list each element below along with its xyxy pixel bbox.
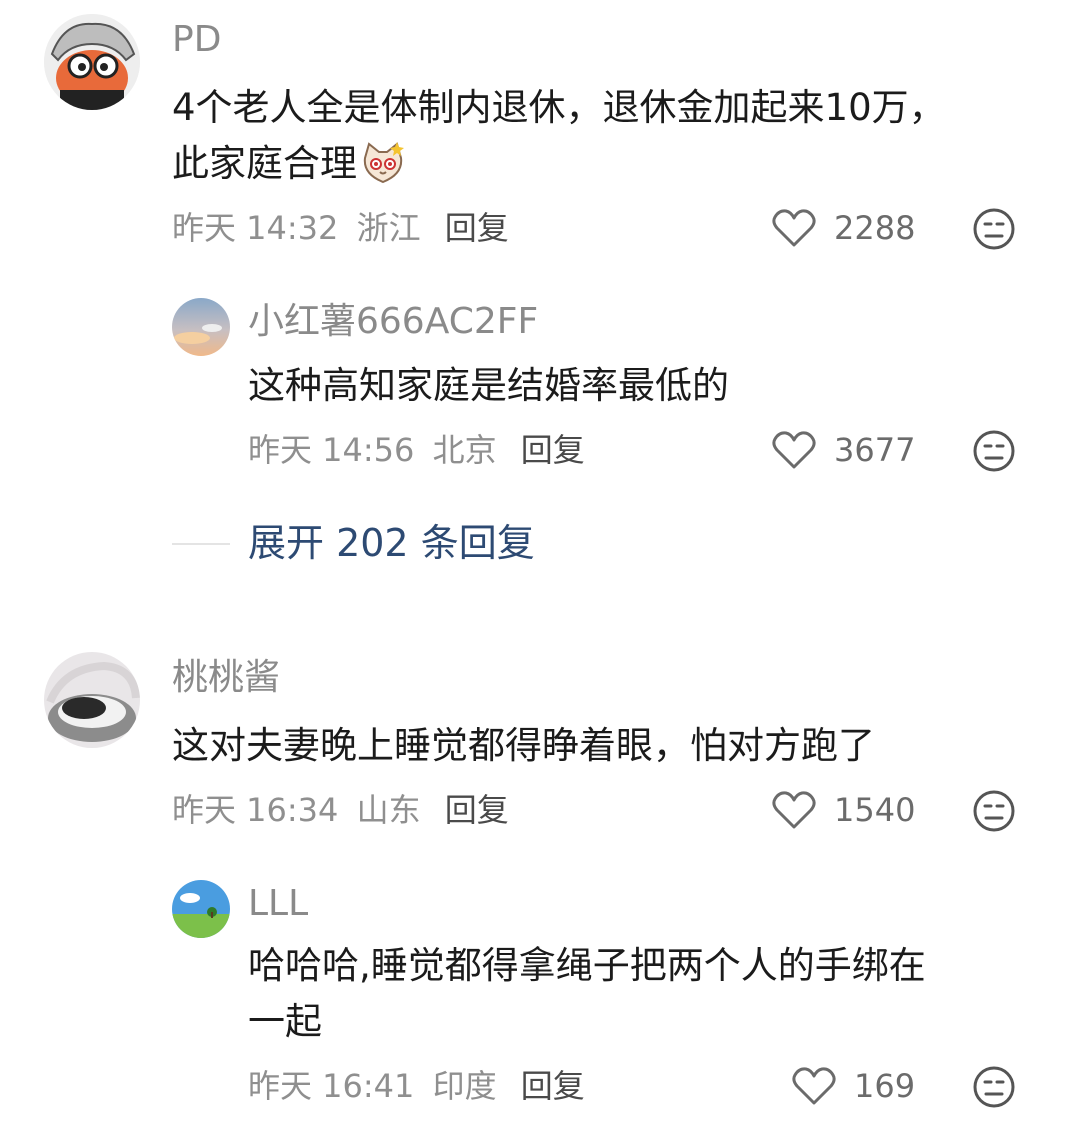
neutral-face-icon: [973, 430, 1015, 472]
username[interactable]: PD: [172, 20, 221, 60]
reply-button[interactable]: 回复: [445, 791, 509, 829]
comment-item: 桃桃酱 这对夫妻晚上睡觉都得睁着眼，怕对方跑了 昨天 16:34 山东 回复 1…: [0, 640, 1078, 1132]
heart-outline-icon: [772, 209, 816, 247]
comment-text: 哈哈哈,睡觉都得拿绳子把两个人的手绑在 一起: [248, 938, 1038, 1050]
avatar-landscape-image: [172, 880, 230, 938]
comment-text-line: 一起: [248, 1000, 322, 1043]
comment-meta: 昨天 16:41 印度 回复: [248, 1066, 585, 1106]
comment-text-fragment: 此家庭合理: [172, 142, 357, 185]
comment-location: 印度: [432, 1067, 497, 1105]
avatar[interactable]: [44, 652, 140, 748]
username[interactable]: LLL: [248, 884, 308, 924]
comment-text-line: 哈哈哈,睡觉都得拿绳子把两个人的手绑在: [248, 944, 926, 987]
comment-time: 昨天 14:32: [172, 209, 339, 247]
comment-text: 这对夫妻晚上睡觉都得睁着眼，怕对方跑了: [172, 724, 875, 767]
heart-outline-icon: [772, 431, 816, 469]
neutral-face-icon: [973, 1066, 1015, 1108]
comment-location: 山东: [356, 791, 421, 829]
like-count: 3677: [834, 431, 916, 469]
avatar-cat-bed-image: [44, 652, 140, 748]
comment-time: 昨天 16:41: [248, 1067, 415, 1105]
heart-outline-icon: [792, 1067, 836, 1105]
reply-button[interactable]: 回复: [445, 209, 509, 247]
like-count: 1540: [834, 791, 916, 829]
cat-emoji-icon: [359, 140, 407, 188]
avatar[interactable]: [172, 298, 230, 356]
comment-text-line: 此家庭合理: [172, 136, 1032, 192]
username[interactable]: 桃桃酱: [172, 658, 280, 698]
like-count: 169: [854, 1067, 916, 1105]
reaction-button[interactable]: [972, 207, 1016, 251]
reply-button[interactable]: 回复: [521, 1067, 585, 1105]
comment-meta: 昨天 16:34 山东 回复: [172, 790, 509, 830]
avatar[interactable]: [172, 880, 230, 938]
expand-replies-button[interactable]: 展开 202 条回复: [248, 521, 535, 565]
heart-outline-icon: [772, 791, 816, 829]
comment-text: 4个老人全是体制内退休，退休金加起来10万， 此家庭合理: [172, 80, 1032, 192]
avatar[interactable]: [44, 14, 140, 110]
comment-text: 这种高知家庭是结婚率最低的: [248, 364, 729, 407]
avatar-cartoon-image: [44, 14, 140, 110]
neutral-face-icon: [973, 790, 1015, 832]
comment-meta: 昨天 14:32 浙江 回复: [172, 208, 509, 248]
like-button[interactable]: 169: [792, 1064, 915, 1108]
comment-meta: 昨天 14:56 北京 回复: [248, 430, 585, 470]
like-count: 2288: [834, 209, 916, 247]
comment-item: PD 4个老人全是体制内退休，退休金加起来10万， 此家庭合理 昨天 14:32…: [0, 0, 1078, 580]
reaction-button[interactable]: [972, 1065, 1016, 1109]
comment-text-line: 4个老人全是体制内退休，退休金加起来10万，: [172, 86, 946, 129]
comment-location: 北京: [432, 431, 497, 469]
username[interactable]: 小红薯666AC2FF: [248, 302, 538, 342]
neutral-face-icon: [973, 208, 1015, 250]
comment-time: 昨天 14:56: [248, 431, 415, 469]
reply-button[interactable]: 回复: [521, 431, 585, 469]
comment-location: 浙江: [356, 209, 421, 247]
comment-time: 昨天 16:34: [172, 791, 339, 829]
expand-divider: [172, 543, 230, 545]
reaction-button[interactable]: [972, 429, 1016, 473]
avatar-sky-image: [172, 298, 230, 356]
like-button[interactable]: 1540: [772, 788, 915, 832]
like-button[interactable]: 2288: [772, 206, 915, 250]
like-button[interactable]: 3677: [772, 428, 915, 472]
reaction-button[interactable]: [972, 789, 1016, 833]
